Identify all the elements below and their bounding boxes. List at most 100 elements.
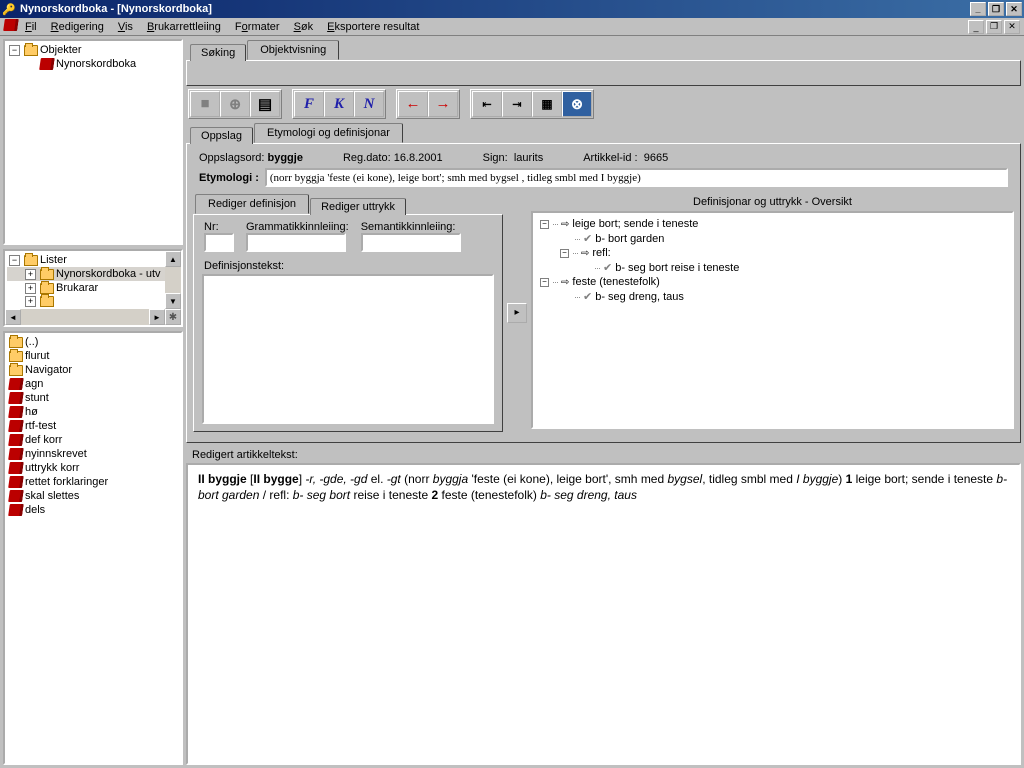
menu-redigering[interactable]: Redigering bbox=[44, 20, 111, 34]
format-f-button[interactable]: F bbox=[294, 91, 324, 117]
app-icon: 🔑 bbox=[2, 2, 16, 16]
menu-bar: Fil Redigering Vis Brukarrettleiing Form… bbox=[0, 18, 1024, 36]
book-icon bbox=[8, 406, 24, 418]
tab-objektvisning[interactable]: Objektvisning bbox=[247, 40, 339, 60]
expand-icon[interactable]: − bbox=[540, 278, 549, 287]
book-icon bbox=[8, 490, 24, 502]
tab-oppslag[interactable]: Oppslag bbox=[190, 127, 253, 144]
tree-item[interactable]: rettet forklaringer bbox=[7, 475, 179, 489]
tab-soking[interactable]: Søking bbox=[190, 44, 246, 61]
format-n-button[interactable]: N bbox=[354, 91, 384, 117]
deftext-label: Definisjonstekst: bbox=[204, 260, 284, 272]
folder-icon bbox=[40, 296, 54, 307]
folder-icon bbox=[40, 269, 54, 280]
transfer-button[interactable]: ▸ bbox=[507, 303, 527, 323]
article-textarea[interactable]: II byggje [II bygge] -r, -gde, -gd el. -… bbox=[186, 463, 1021, 765]
tree-item[interactable]: rtf-test bbox=[7, 419, 179, 433]
window-titlebar: 🔑 Nynorskordboka - [Nynorskordboka] _ ❐ … bbox=[0, 0, 1024, 18]
expand-icon[interactable]: + bbox=[25, 269, 36, 280]
lock-icon[interactable]: ⊗ bbox=[562, 91, 592, 117]
tree-item[interactable]: hø bbox=[7, 405, 179, 419]
tree-item[interactable]: nyinnskrevet bbox=[7, 447, 179, 461]
lists-tree[interactable]: − Lister+ Nynorskordboka - utv+ Brukarar… bbox=[3, 249, 183, 327]
format-k-button[interactable]: K bbox=[324, 91, 354, 117]
mdi-minimize-button[interactable]: _ bbox=[968, 20, 984, 34]
menu-eksportere[interactable]: Eksportere resultat bbox=[320, 20, 426, 34]
oppslagsord-value: byggje bbox=[268, 152, 303, 164]
tree-item[interactable]: uttrykk korr bbox=[7, 461, 179, 475]
oppslagsord-label: Oppslagsord: bbox=[199, 152, 264, 164]
expand-icon[interactable]: − bbox=[9, 255, 20, 266]
target-icon[interactable]: ⊕ bbox=[220, 91, 250, 117]
expand-icon[interactable]: − bbox=[9, 45, 20, 56]
tree-item[interactable]: (..) bbox=[7, 335, 179, 349]
indent-icon[interactable]: ⇥ bbox=[502, 91, 532, 117]
overview-node[interactable]: −···⇨ refl: bbox=[537, 246, 1008, 260]
overview-node-label: refl: bbox=[592, 247, 610, 259]
mdi-restore-button[interactable]: ❐ bbox=[986, 20, 1002, 34]
tree-item[interactable]: def korr bbox=[7, 433, 179, 447]
tab-etymologi[interactable]: Etymologi og definisjonar bbox=[254, 123, 403, 143]
expand-icon[interactable]: + bbox=[25, 283, 36, 294]
tree-item[interactable]: skal slettes bbox=[7, 489, 179, 503]
outdent-icon[interactable]: ⇤ bbox=[472, 91, 502, 117]
tree-item[interactable]: stunt bbox=[7, 391, 179, 405]
tab-rediger-definisjon[interactable]: Rediger definisjon bbox=[195, 194, 309, 214]
menu-vis[interactable]: Vis bbox=[111, 20, 140, 34]
book-icon bbox=[39, 58, 55, 70]
table-icon[interactable]: ▦ bbox=[532, 91, 562, 117]
tree-item[interactable]: + Brukarar bbox=[7, 281, 179, 295]
sign-label: Sign: bbox=[483, 152, 508, 164]
menu-sok[interactable]: Søk bbox=[287, 20, 321, 34]
tab-rediger-uttrykk[interactable]: Rediger uttrykk bbox=[310, 198, 406, 215]
tree-item-label: Objekter bbox=[40, 44, 82, 56]
overview-tree[interactable]: −···⇨ leige bort; sende i teneste···✔ b-… bbox=[531, 211, 1014, 429]
book-icon bbox=[8, 378, 24, 390]
minimize-button[interactable]: _ bbox=[970, 2, 986, 16]
menu-fil[interactable]: Fil bbox=[18, 20, 44, 34]
check-icon: ✔ bbox=[603, 261, 612, 274]
scrollbar-vertical[interactable]: ▲ ▼ bbox=[165, 251, 181, 309]
page-icon[interactable]: ▤ bbox=[250, 91, 280, 117]
sem-input[interactable] bbox=[361, 233, 461, 252]
folder-icon bbox=[40, 283, 54, 294]
tree-item[interactable]: flurut bbox=[7, 349, 179, 363]
menu-formater[interactable]: Formater bbox=[228, 20, 287, 34]
overview-node[interactable]: ···✔ b- seg dreng, taus bbox=[537, 289, 1008, 304]
tree-item[interactable]: + Nynorskordboka - utv bbox=[7, 267, 179, 281]
scrollbar-horizontal[interactable]: ◄ ► bbox=[5, 309, 181, 325]
deftext-input[interactable] bbox=[202, 274, 494, 424]
regdato-label: Reg.dato: bbox=[343, 152, 391, 164]
stop-icon[interactable]: ■ bbox=[190, 91, 220, 117]
overview-node[interactable]: −···⇨ leige bort; sende i teneste bbox=[537, 217, 1008, 231]
arrow-right-icon[interactable]: → bbox=[428, 91, 458, 117]
expand-icon[interactable]: + bbox=[25, 296, 36, 307]
tree-item[interactable]: + bbox=[7, 295, 179, 308]
tree-item-label: uttrykk korr bbox=[25, 462, 79, 474]
etymologi-input[interactable] bbox=[265, 168, 1008, 187]
tree-item[interactable]: agn bbox=[7, 377, 179, 391]
tree-item[interactable]: Nynorskordboka bbox=[7, 57, 179, 71]
mdi-close-button[interactable]: ✕ bbox=[1004, 20, 1020, 34]
object-tree[interactable]: − Objekter Nynorskordboka bbox=[3, 39, 183, 245]
items-tree[interactable]: (..) flurut Navigator agn stunt hø rtf-t… bbox=[3, 331, 183, 765]
overview-node-label: leige bort; sende i teneste bbox=[572, 218, 698, 230]
tree-item[interactable]: − Lister bbox=[7, 253, 179, 267]
tree-item[interactable]: Navigator bbox=[7, 363, 179, 377]
view-tabs: Søking Objektvisning bbox=[186, 39, 1021, 60]
tree-item[interactable]: dels bbox=[7, 503, 179, 517]
tree-item-label: Lister bbox=[40, 254, 67, 266]
overview-node[interactable]: ···✔ b- seg bort reise i teneste bbox=[537, 260, 1008, 275]
list-config-icon[interactable] bbox=[165, 309, 181, 325]
maximize-button[interactable]: ❐ bbox=[988, 2, 1004, 16]
expand-icon[interactable]: − bbox=[560, 249, 569, 258]
gram-input[interactable] bbox=[246, 233, 346, 252]
expand-icon[interactable]: − bbox=[540, 220, 549, 229]
arrow-left-icon[interactable]: ← bbox=[398, 91, 428, 117]
close-button[interactable]: ✕ bbox=[1006, 2, 1022, 16]
tree-item[interactable]: − Objekter bbox=[7, 43, 179, 57]
overview-node[interactable]: −···⇨ feste (tenestefolk) bbox=[537, 275, 1008, 289]
overview-node[interactable]: ···✔ b- bort garden bbox=[537, 231, 1008, 246]
menu-brukarrettleiing[interactable]: Brukarrettleiing bbox=[140, 20, 228, 34]
nr-input[interactable] bbox=[204, 233, 234, 252]
